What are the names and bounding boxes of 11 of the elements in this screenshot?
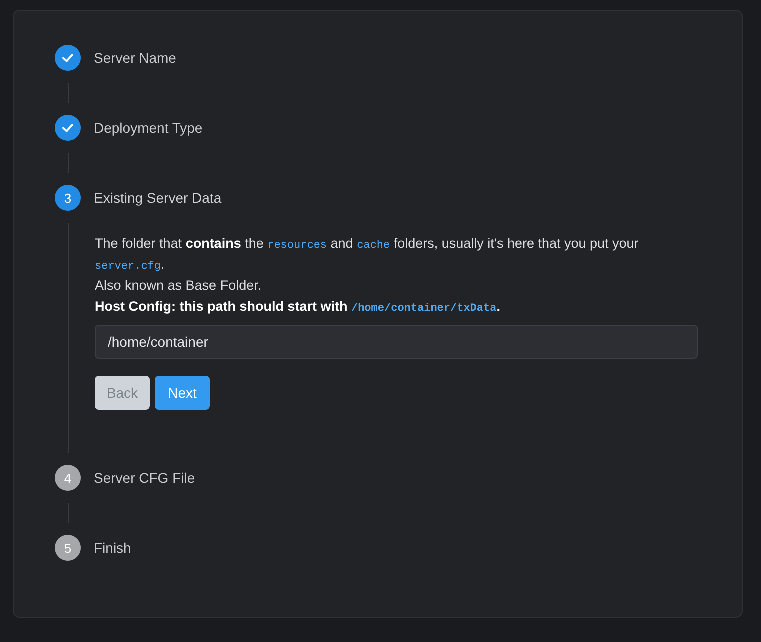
step-label: Server CFG File bbox=[94, 470, 196, 486]
step-label: Existing Server Data bbox=[94, 190, 222, 206]
step-label: Server Name bbox=[94, 50, 176, 66]
path-input[interactable]: /home/container bbox=[95, 325, 698, 359]
note-text: Also known as Base Folder. bbox=[95, 277, 263, 295]
next-button[interactable]: Next bbox=[155, 376, 210, 410]
step-number: 5 bbox=[55, 535, 81, 561]
step-label: Finish bbox=[94, 540, 132, 556]
step-label: Deployment Type bbox=[94, 120, 203, 136]
step-number: 3 bbox=[55, 185, 81, 211]
step-number: 4 bbox=[55, 465, 81, 491]
